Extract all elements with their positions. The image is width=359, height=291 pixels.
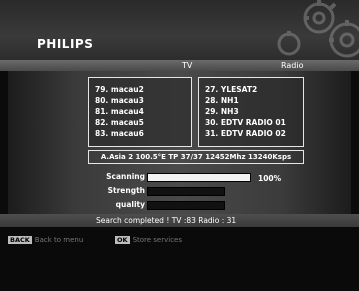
quality-label: quality — [115, 200, 145, 209]
back-hint[interactable]: BACK Back to menu — [8, 236, 83, 244]
strength-label: Strength — [107, 186, 145, 195]
quality-bar — [147, 201, 225, 210]
radio-channel-list[interactable]: 27. YLESAT2 28. NH1 29. NH3 30. EDTV RAD… — [198, 77, 304, 147]
tab-tv[interactable]: TV — [182, 60, 192, 71]
tv-channel-item[interactable]: 80. macau3 — [95, 95, 191, 106]
scanning-label: Scanning — [106, 172, 145, 181]
scanning-progress-fill — [148, 174, 250, 181]
list-header: TV Radio — [0, 60, 359, 71]
tv-channel-item[interactable]: 83. macau6 — [95, 128, 191, 139]
radio-channel-item[interactable]: 29. NH3 — [205, 106, 303, 117]
ok-key[interactable]: OK — [115, 236, 130, 244]
status-bar: Search completed ! TV :83 Radio : 31 — [0, 214, 359, 227]
ok-hint[interactable]: OK Store services — [115, 236, 182, 244]
back-key[interactable]: BACK — [8, 236, 32, 244]
tab-radio[interactable]: Radio — [281, 60, 303, 71]
radio-channel-item[interactable]: 27. YLESAT2 — [205, 84, 303, 95]
status-text: Search completed ! TV :83 Radio : 31 — [96, 216, 237, 225]
tv-channel-item[interactable]: 79. macau2 — [95, 84, 191, 95]
back-hint-text: Back to menu — [34, 236, 84, 244]
radio-channel-item[interactable]: 31. EDTV RADIO 02 — [205, 128, 303, 139]
strength-bar — [147, 187, 225, 196]
scanning-percent: 100% — [258, 174, 282, 183]
ok-hint-text: Store services — [132, 236, 183, 244]
gears-decoration-icon — [277, 0, 359, 58]
radio-channel-item[interactable]: 30. EDTV RADIO 01 — [205, 117, 303, 128]
top-band: PHILIPS — [0, 0, 359, 61]
tv-channel-item[interactable]: 81. macau4 — [95, 106, 191, 117]
radio-channel-item[interactable]: 28. NH1 — [205, 95, 303, 106]
key-hints: BACK Back to menu OK Store services — [0, 227, 359, 291]
tv-channel-list[interactable]: 79. macau2 80. macau3 81. macau4 82. mac… — [88, 77, 192, 147]
transponder-info: A.Asia 2 100.5°E TP 37/37 12452Mhz 13240… — [88, 150, 304, 164]
philips-logo: PHILIPS — [37, 37, 94, 51]
scanning-progress-bar — [147, 173, 251, 182]
tv-osd-screen: PHILIPS TV Radio 79. macau2 80. macau3 8… — [0, 0, 359, 291]
tv-channel-item[interactable]: 82. macau5 — [95, 117, 191, 128]
